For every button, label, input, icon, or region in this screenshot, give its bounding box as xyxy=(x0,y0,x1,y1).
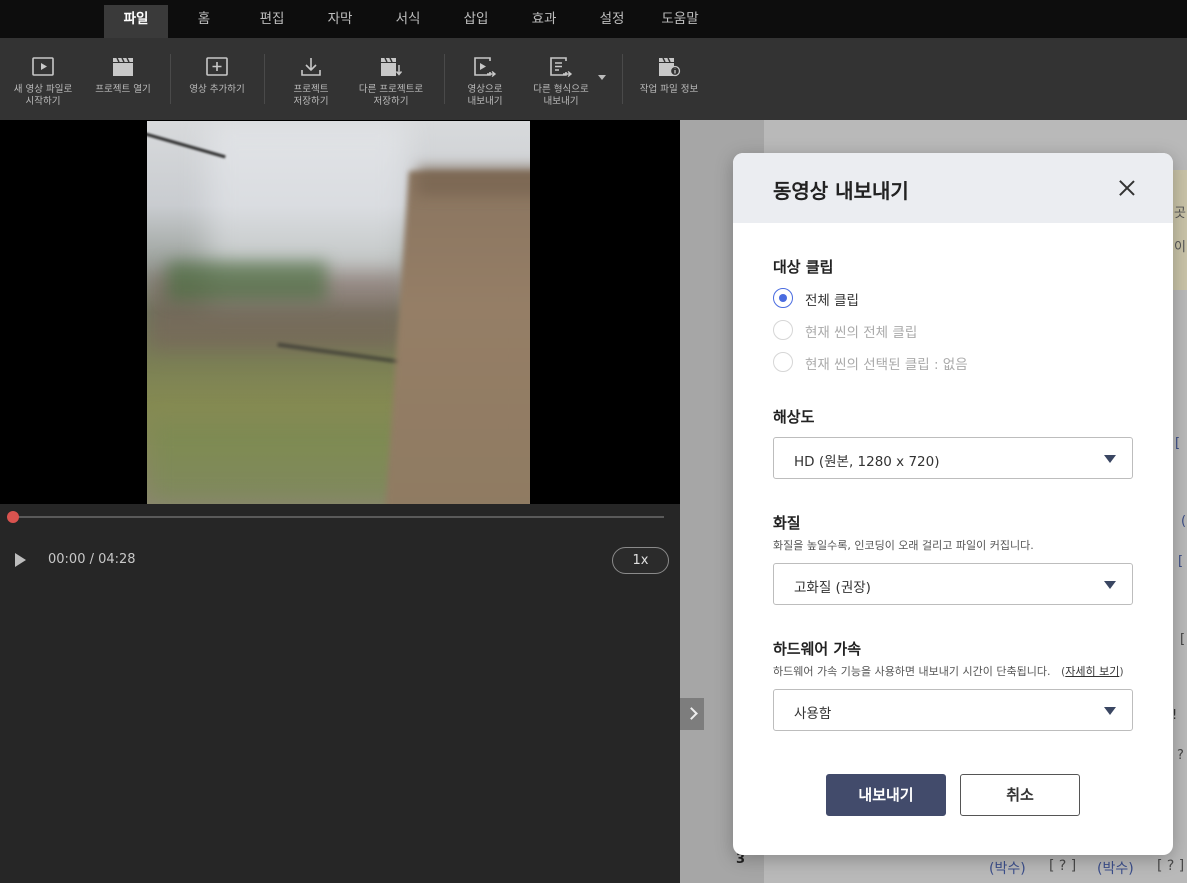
radio-button[interactable] xyxy=(773,288,793,308)
play-box-icon xyxy=(32,57,54,76)
resolution-title: 해상도 xyxy=(773,408,815,426)
toolbar-divider xyxy=(444,54,445,104)
chevron-down-icon xyxy=(1104,707,1116,715)
tab-insert[interactable]: 삽입 xyxy=(448,5,504,38)
unknown-tag[interactable]: [ ? ] xyxy=(1157,858,1184,874)
export-video-button[interactable]: 영상으로 내보내기 xyxy=(456,56,514,108)
clapperboard-icon xyxy=(113,57,133,76)
save-project-button[interactable]: 프로젝트 저장하기 xyxy=(276,56,346,108)
export-format-icon xyxy=(550,57,573,78)
side-text: 이 xyxy=(1174,240,1186,255)
unknown-tag[interactable]: [ ? ] xyxy=(1049,858,1076,874)
radio-label: 현재 씬의 전체 클립 xyxy=(805,325,918,341)
sound-tag[interactable]: (박수) xyxy=(1097,858,1134,878)
clapperboard-info-icon xyxy=(659,57,681,77)
play-icon[interactable] xyxy=(15,553,26,567)
hw-accel-select[interactable]: 사용함 xyxy=(773,689,1133,731)
tab-settings[interactable]: 설정 xyxy=(584,5,640,38)
radio-label: 전체 클립 xyxy=(805,293,859,309)
export-button[interactable]: 내보내기 xyxy=(826,774,946,816)
tab-effects[interactable]: 효과 xyxy=(516,5,572,38)
chevron-down-icon xyxy=(1104,455,1116,463)
download-icon xyxy=(301,58,321,76)
tab-edit[interactable]: 편집 xyxy=(244,5,300,38)
timeline-scrubber[interactable] xyxy=(7,511,19,523)
playback-speed-button[interactable]: 1x xyxy=(612,547,669,574)
open-project-button[interactable]: 프로젝트 열기 xyxy=(88,56,158,96)
hw-accel-value: 사용함 xyxy=(794,706,832,722)
toolbar-divider xyxy=(622,54,623,104)
toolbar-divider xyxy=(170,54,171,104)
dialog-header: 동영상 내보내기 xyxy=(733,153,1173,223)
radio-label: 현재 씬의 선택된 클립 : 없음 xyxy=(805,357,968,373)
tab-home[interactable]: 홈 xyxy=(176,5,232,38)
side-text: 곳 xyxy=(1174,206,1186,221)
radio-button[interactable] xyxy=(773,320,793,340)
add-video-button[interactable]: 영상 추가하기 xyxy=(182,56,252,96)
video-frame xyxy=(147,121,530,504)
side-text: [ xyxy=(1178,554,1184,569)
save-as-project-button[interactable]: 다른 프로젝트로 저장하기 xyxy=(352,56,430,108)
side-text: ( xyxy=(1181,514,1187,529)
project-info-button[interactable]: 작업 파일 정보 xyxy=(636,56,702,96)
learn-more-link[interactable]: 자세히 보기 xyxy=(1065,665,1119,678)
tab-subtitle[interactable]: 자막 xyxy=(312,5,368,38)
new-video-button[interactable]: 새 영상 파일로 시작하기 xyxy=(6,56,80,108)
timeline-track[interactable] xyxy=(13,516,664,518)
radio-button[interactable] xyxy=(773,352,793,372)
quality-value: 고화질 (권장) xyxy=(794,580,871,596)
export-format-dropdown-icon[interactable] xyxy=(598,75,606,80)
resolution-select[interactable]: HD (원본, 1280 x 720) xyxy=(773,437,1133,479)
target-clip-title: 대상 클립 xyxy=(773,258,834,276)
side-text: [ xyxy=(1180,632,1186,647)
menu-bar: 파일 홈 편집 자막 서식 삽입 효과 설정 도움말 xyxy=(0,0,1187,38)
export-video-dialog: 동영상 내보내기 대상 클립 전체 클립 현재 씬의 전체 클립 현재 씬의 선… xyxy=(733,153,1173,855)
clapperboard-down-icon xyxy=(381,57,403,76)
add-box-icon xyxy=(206,57,228,76)
chevron-down-icon xyxy=(1104,581,1116,589)
toolbar: 새 영상 파일로 시작하기 프로젝트 열기 영상 추가하기 프로젝트 저장하기 … xyxy=(0,38,1187,120)
hw-accel-description-text: 하드웨어 가속 기능을 사용하면 내보내기 시간이 단축됩니다. xyxy=(773,665,1051,678)
timecode: 00:00 / 04:28 xyxy=(48,552,136,567)
toolbar-divider xyxy=(264,54,265,104)
quality-description: 화질을 높일수록, 인코딩이 오래 걸리고 파일이 커집니다. xyxy=(773,539,1034,552)
tab-file[interactable]: 파일 xyxy=(104,5,168,38)
resolution-value: HD (원본, 1280 x 720) xyxy=(794,454,940,470)
cancel-button[interactable]: 취소 xyxy=(960,774,1080,816)
export-other-format-button[interactable]: 다른 형식으로 내보내기 xyxy=(528,56,594,108)
quality-title: 화질 xyxy=(773,514,801,532)
tab-help[interactable]: 도움말 xyxy=(652,5,708,38)
tab-format[interactable]: 서식 xyxy=(380,5,436,38)
close-icon[interactable] xyxy=(1117,178,1137,198)
hw-accel-title: 하드웨어 가속 xyxy=(773,640,862,658)
sound-tag[interactable]: (박수) xyxy=(989,858,1026,878)
side-text: [ xyxy=(1175,436,1181,451)
side-text: ? xyxy=(1177,748,1184,763)
export-video-icon xyxy=(474,57,497,78)
quality-select[interactable]: 고화질 (권장) xyxy=(773,563,1133,605)
dialog-title: 동영상 내보내기 xyxy=(773,179,909,203)
hw-accel-description: 하드웨어 가속 기능을 사용하면 내보내기 시간이 단축됩니다. (자세히 보기… xyxy=(773,665,1124,678)
panel-expand-button[interactable] xyxy=(680,698,704,730)
